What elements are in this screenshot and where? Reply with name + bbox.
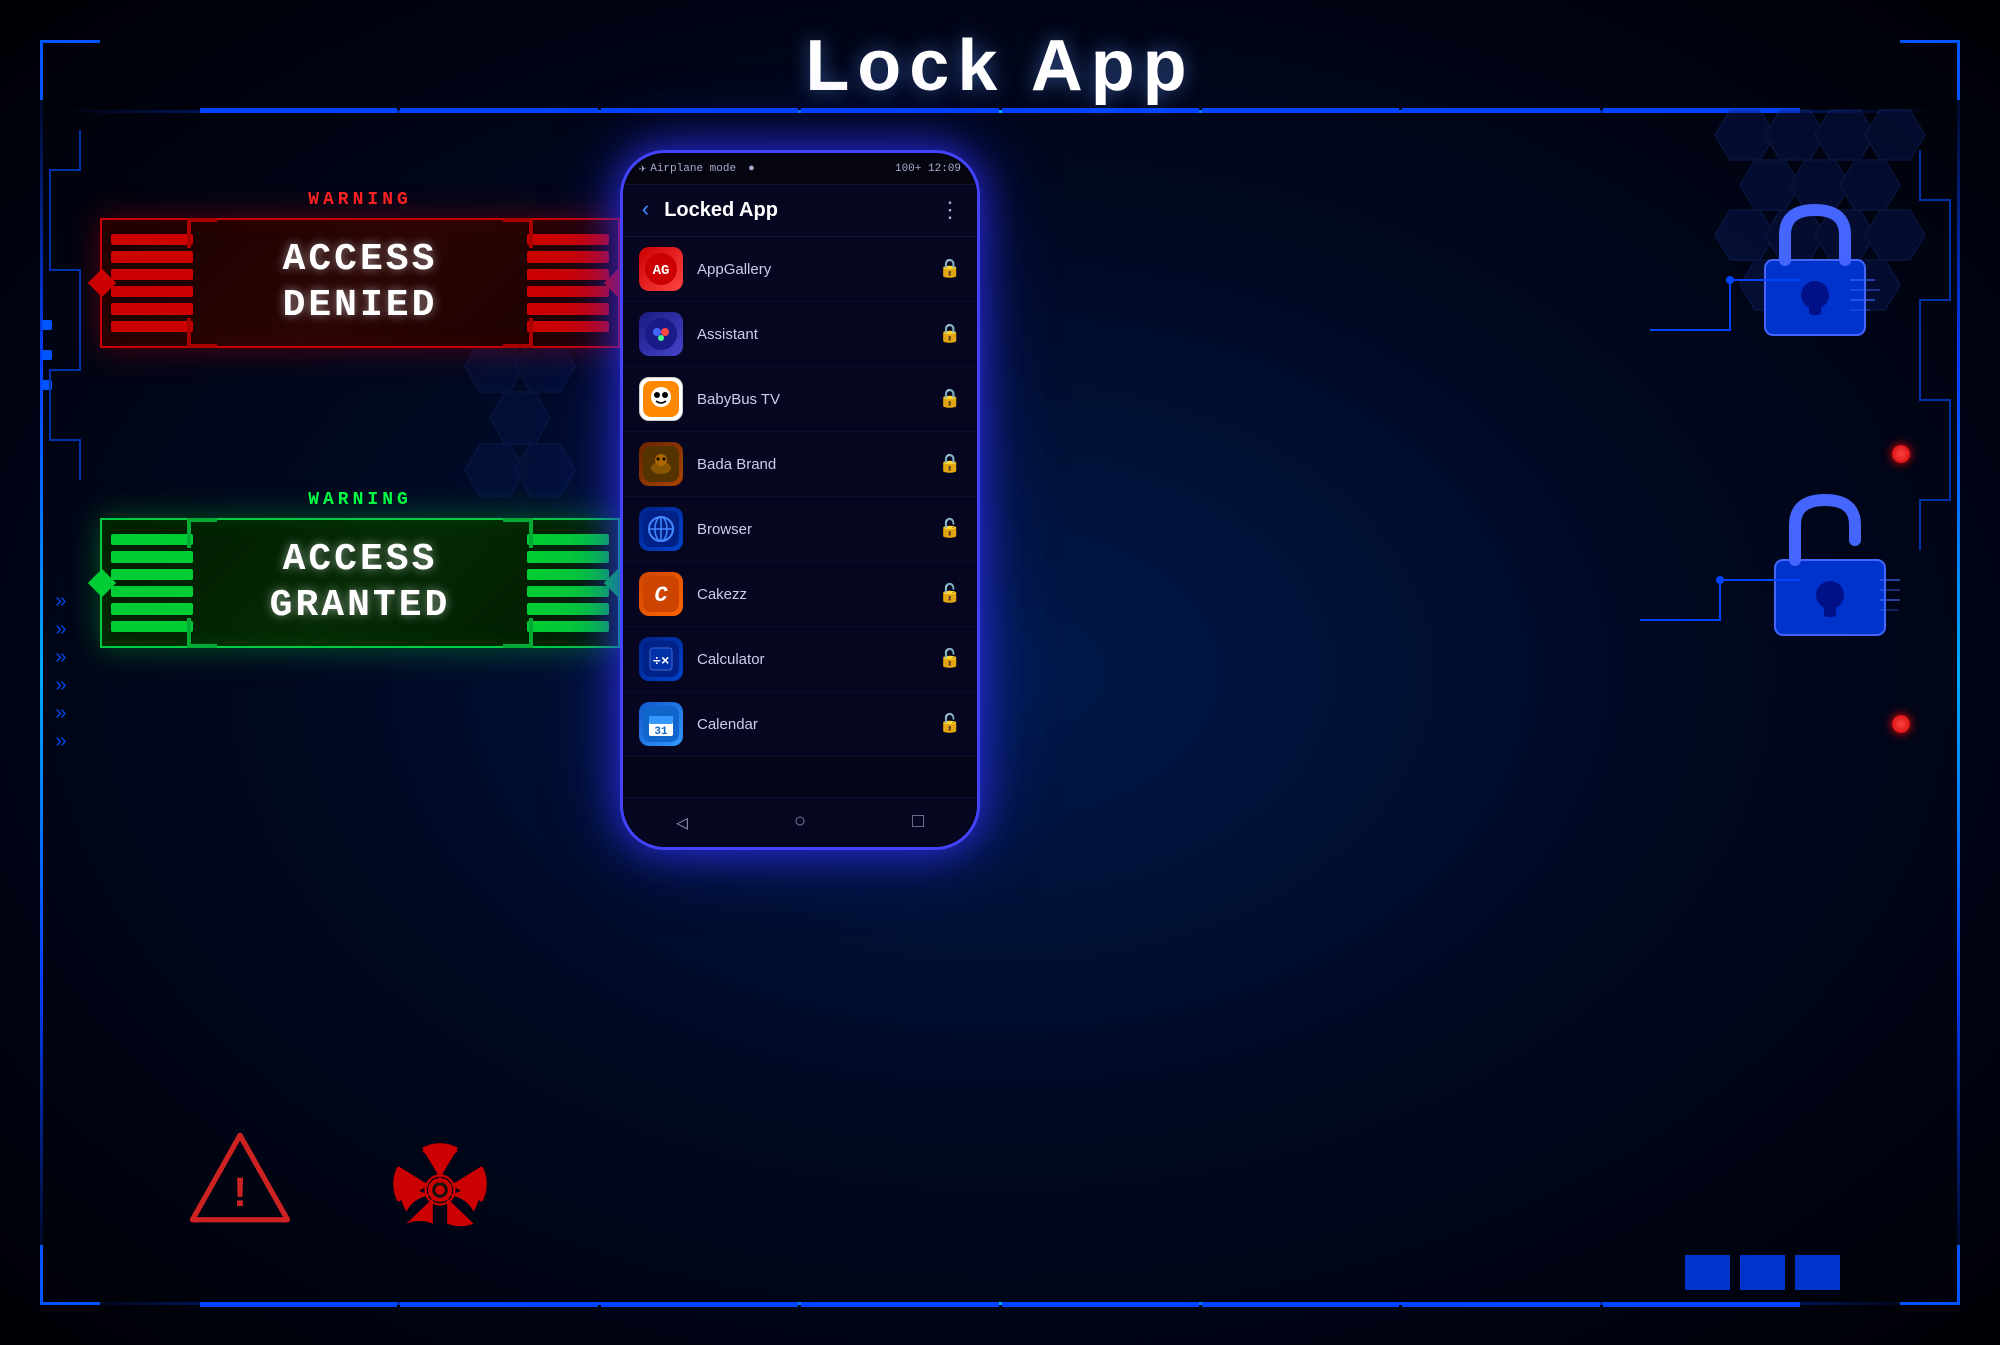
- warning-triangle-icon: !: [185, 1130, 295, 1225]
- bracket-br: [503, 318, 533, 348]
- bottom-square-1: [1685, 1255, 1730, 1290]
- hex-pattern-left: [440, 330, 620, 510]
- app-header-title: Locked App: [664, 199, 927, 222]
- phone-screen: ‹ Locked App ⋮ LOCKEDAPPS UNLOCKEDAPPS A…: [623, 185, 977, 797]
- access-denied-panel: WARNING ACCESS DENIED: [100, 190, 620, 348]
- app-icon-assistant: [639, 312, 683, 356]
- app-name: Assistant: [697, 326, 925, 343]
- svg-text:AG: AG: [653, 263, 670, 279]
- list-item[interactable]: ÷× Calculator 🔓: [623, 627, 977, 692]
- phone-container: ✈ Airplane mode ● 100+ 12:09 ‹ Locked Ap…: [620, 150, 980, 850]
- denied-stripe-left: [107, 230, 197, 336]
- app-name: Browser: [697, 521, 925, 538]
- phone-nav-bar: ◁ ○ □: [623, 797, 977, 847]
- left-circuit-decoration: [40, 130, 120, 480]
- corner-bl: [40, 1245, 100, 1305]
- list-item[interactable]: Browser 🔓: [623, 497, 977, 562]
- svg-text:31: 31: [654, 726, 668, 738]
- app-icon-calendar: 31: [639, 702, 683, 746]
- right-circuit-decoration: [1880, 150, 1960, 550]
- nav-recent-button[interactable]: □: [912, 811, 924, 834]
- lock-closed-icon: 🔒: [939, 388, 961, 410]
- app-name: BabyBus TV: [697, 391, 925, 408]
- page-title: Lock App: [805, 25, 1194, 107]
- lock-open-icon: 🔓: [939, 583, 961, 605]
- lock-closed-icon: 🔒: [939, 323, 961, 345]
- bracket-tl-g: [187, 518, 217, 548]
- access-denied-text: ACCESS DENIED: [283, 237, 438, 328]
- svg-text:÷×: ÷×: [653, 654, 670, 670]
- app-icon-bada: [639, 442, 683, 486]
- access-granted-text: ACCESS GRANTED: [270, 537, 451, 628]
- svg-text:!: !: [227, 1171, 252, 1219]
- bracket-tr-g: [503, 518, 533, 548]
- airplane-icon: ✈: [639, 161, 646, 176]
- status-center-dot: ●: [748, 163, 755, 175]
- granted-warning-label: WARNING: [100, 490, 620, 510]
- granted-stripe-right: [523, 530, 613, 636]
- bottom-dashes: [200, 1302, 1800, 1307]
- lock-closed-icon: 🔒: [939, 258, 961, 280]
- nav-home-button[interactable]: ○: [794, 811, 806, 834]
- denied-stripe-right: [523, 230, 613, 336]
- list-item[interactable]: Bada Brand 🔒: [623, 432, 977, 497]
- list-item[interactable]: Assistant 🔒: [623, 302, 977, 367]
- radiation-icon: [380, 1130, 500, 1250]
- nav-back-button[interactable]: ◁: [676, 810, 688, 836]
- corner-br: [1900, 1245, 1960, 1305]
- bracket-tl: [187, 218, 217, 248]
- bracket-tr: [503, 218, 533, 248]
- lock-open-icon: 🔓: [939, 518, 961, 540]
- bottom-square-3: [1795, 1255, 1840, 1290]
- more-menu-button[interactable]: ⋮: [939, 198, 961, 224]
- list-item[interactable]: BabyBus TV 🔒: [623, 367, 977, 432]
- app-icon-browser: [639, 507, 683, 551]
- app-icon-calculator: ÷×: [639, 637, 683, 681]
- lock-open-icon: 🔓: [939, 713, 961, 735]
- corner-tl: [40, 40, 100, 100]
- app-icon-appgallery: AG: [639, 247, 683, 291]
- app-header: ‹ Locked App ⋮: [623, 185, 977, 237]
- app-icon-cakezz: C: [639, 572, 683, 616]
- app-name: Cakezz: [697, 586, 925, 603]
- granted-stripe-left: [107, 530, 197, 636]
- access-granted-box: ACCESS GRANTED: [100, 518, 620, 648]
- status-left: ✈ Airplane mode ●: [639, 161, 755, 176]
- access-denied-box: ACCESS DENIED: [100, 218, 620, 348]
- bottom-squares: [1685, 1255, 1840, 1290]
- lock-open-icon: 🔓: [939, 648, 961, 670]
- lock-closed-icon: 🔒: [939, 453, 961, 475]
- app-name: AppGallery: [697, 261, 925, 278]
- corner-tr: [1900, 40, 1960, 100]
- status-airplane-text: Airplane mode: [650, 163, 736, 175]
- top-dashes: [200, 108, 1800, 113]
- indicator-dot-bottom: [1892, 715, 1910, 733]
- phone-status-bar: ✈ Airplane mode ● 100+ 12:09: [623, 153, 977, 185]
- app-list: AG AppGallery 🔒: [623, 237, 977, 757]
- svg-text:C: C: [654, 583, 668, 608]
- app-name: Calendar: [697, 716, 925, 733]
- list-item[interactable]: 31 Calendar 🔓: [623, 692, 977, 757]
- denied-warning-label: WARNING: [100, 190, 620, 210]
- circuit-line-top-right: [1650, 260, 1800, 340]
- app-name: Bada Brand: [697, 456, 925, 473]
- circuit-line-bottom-right: [1640, 560, 1800, 640]
- bracket-br-g: [503, 618, 533, 648]
- phone-outer: ✈ Airplane mode ● 100+ 12:09 ‹ Locked Ap…: [620, 150, 980, 850]
- list-item[interactable]: C Cakezz 🔓: [623, 562, 977, 627]
- app-name: Calculator: [697, 651, 925, 668]
- bracket-bl-g: [187, 618, 217, 648]
- back-button[interactable]: ‹: [639, 198, 652, 223]
- left-chevrons: » » » » » »: [55, 593, 67, 753]
- app-icon-babybus: [639, 377, 683, 421]
- status-time: 100+ 12:09: [895, 163, 961, 175]
- access-granted-panel: WARNING ACCESS GRANTE: [100, 490, 620, 648]
- bracket-bl: [187, 318, 217, 348]
- list-item[interactable]: AG AppGallery 🔒: [623, 237, 977, 302]
- bottom-square-2: [1740, 1255, 1785, 1290]
